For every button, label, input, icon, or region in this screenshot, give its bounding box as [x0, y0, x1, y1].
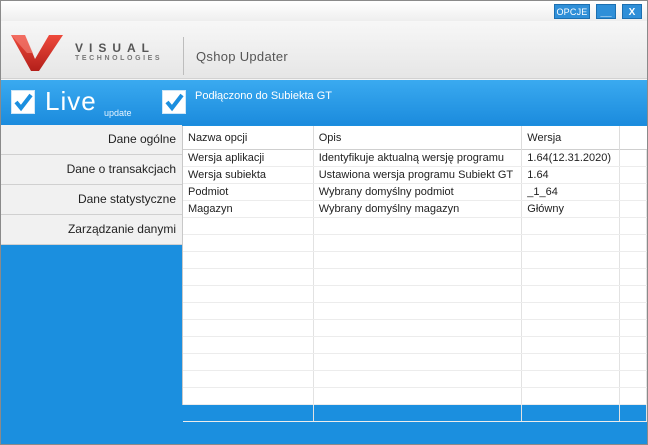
sidebar-item-statistics[interactable]: Dane statystyczne	[1, 185, 182, 215]
table-row[interactable]: Wersja subiekta Ustawiona wersja program…	[183, 167, 648, 184]
close-button[interactable]: X	[622, 4, 642, 19]
cell-name: Podmiot	[183, 184, 314, 200]
cell-description: Ustawiona wersja programu Subiekt GT	[314, 167, 523, 183]
cell-version: Główny	[522, 201, 621, 217]
table-row[interactable]: Podmiot Wybrany domyślny podmiot _1_64	[183, 184, 648, 201]
connection-checkbox[interactable]	[162, 90, 186, 114]
main-content: Nazwa opcji Opis Wersja Wersja aplikacji…	[182, 125, 648, 444]
column-header-extra	[620, 126, 647, 150]
empty-row	[183, 371, 648, 388]
sidebar: Dane ogólne Dane o transakcjach Dane sta…	[1, 125, 182, 444]
empty-row	[183, 269, 648, 286]
live-update-label: update	[104, 108, 132, 118]
header-divider	[183, 37, 184, 75]
cell-name: Wersja aplikacji	[183, 150, 314, 166]
options-table: Nazwa opcji Opis Wersja Wersja aplikacji…	[182, 126, 648, 422]
table-header: Nazwa opcji Opis Wersja	[183, 126, 647, 150]
cell-description: Wybrany domyślny magazyn	[314, 201, 523, 217]
empty-row	[183, 337, 648, 354]
empty-row	[183, 405, 648, 422]
empty-row	[183, 388, 648, 405]
app-window: OPCJE __ X VISUAL TECHNOLOGIES Qshop Upd…	[0, 0, 648, 445]
cell-extra	[620, 167, 648, 183]
cell-extra	[620, 150, 648, 166]
column-header-version[interactable]: Wersja	[522, 126, 621, 150]
logo-text-visual: VISUAL	[75, 41, 156, 55]
empty-row	[183, 235, 648, 252]
empty-row	[183, 286, 648, 303]
title-strip: OPCJE __ X	[1, 1, 647, 21]
column-header-description[interactable]: Opis	[314, 126, 523, 150]
connection-status: Podłączono do Subiekta GT	[195, 90, 332, 102]
sidebar-item-data-management[interactable]: Zarządzanie danymi	[1, 215, 182, 245]
empty-row	[183, 252, 648, 269]
live-update-checkbox[interactable]	[11, 90, 35, 114]
minimize-button[interactable]: __	[596, 4, 616, 19]
cell-description: Wybrany domyślny podmiot	[314, 184, 523, 200]
cell-extra	[620, 184, 648, 200]
status-bar: Live update Podłączono do Subiekta GT	[1, 80, 647, 125]
empty-row	[183, 320, 648, 337]
checkmark-icon	[14, 93, 33, 112]
cell-description: Identyfikuje aktualną wersję programu	[314, 150, 523, 166]
table-row[interactable]: Magazyn Wybrany domyślny magazyn Główny	[183, 201, 648, 218]
empty-row	[183, 354, 648, 371]
checkmark-icon	[165, 93, 184, 112]
column-header-name[interactable]: Nazwa opcji	[183, 126, 314, 150]
cell-extra	[620, 201, 648, 217]
options-button[interactable]: OPCJE	[554, 4, 590, 19]
sidebar-item-general[interactable]: Dane ogólne	[1, 125, 182, 155]
cell-name: Magazyn	[183, 201, 314, 217]
cell-version: 1.64(12.31.2020)	[522, 150, 621, 166]
live-label: Live	[45, 86, 97, 116]
app-title: Qshop Updater	[196, 49, 289, 64]
cell-version: 1.64	[522, 167, 621, 183]
table-row[interactable]: Wersja aplikacji Identyfikuje aktualną w…	[183, 150, 648, 167]
cell-name: Wersja subiekta	[183, 167, 314, 183]
sidebar-item-transactions[interactable]: Dane o transakcjach	[1, 155, 182, 185]
cell-version: _1_64	[522, 184, 621, 200]
visual-technologies-logo-icon	[11, 35, 63, 71]
empty-row	[183, 218, 648, 235]
app-header: VISUAL TECHNOLOGIES Qshop Updater	[1, 21, 647, 79]
empty-row	[183, 303, 648, 320]
logo-text-technologies: TECHNOLOGIES	[75, 55, 163, 62]
